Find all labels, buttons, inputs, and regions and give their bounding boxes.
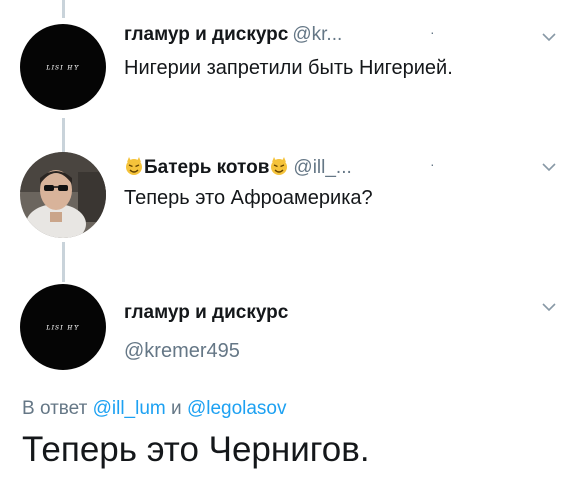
display-name[interactable]: Батерь котов bbox=[144, 157, 269, 178]
user-photo bbox=[20, 152, 106, 238]
tweet-text: Теперь это Афроамерика? bbox=[124, 187, 373, 209]
tweet-text: Нигерии запретили быть Нигерией. bbox=[124, 57, 453, 79]
user-handle[interactable]: @kremer495 bbox=[124, 340, 240, 363]
separator-dot: · bbox=[430, 156, 435, 172]
avatar[interactable]: ʟɪsɪ ʜʏ bbox=[20, 24, 106, 110]
tweet-header: гламур и дискурс @kr... bbox=[124, 24, 342, 46]
reply-context: В ответ @ill_lum и @legolasov bbox=[22, 398, 287, 420]
smiling-imp-icon bbox=[126, 157, 142, 175]
reply-user-link[interactable]: @ill_lum bbox=[93, 398, 166, 419]
tweet-header: Батерь котов @ill_... bbox=[124, 156, 352, 179]
thread-line bbox=[62, 0, 65, 18]
avatar[interactable]: ʟɪsɪ ʜʏ bbox=[20, 284, 106, 370]
smiling-imp-icon bbox=[271, 157, 288, 175]
display-name[interactable]: гламур и дискурс bbox=[124, 24, 288, 45]
chevron-down-icon[interactable] bbox=[541, 32, 557, 42]
thread-line bbox=[62, 118, 65, 154]
reply-and: и bbox=[171, 398, 182, 419]
user-handle[interactable]: @ill_... bbox=[293, 157, 351, 178]
chevron-down-icon[interactable] bbox=[541, 162, 557, 172]
avatar-logo: ʟɪsɪ ʜʏ bbox=[46, 62, 80, 72]
avatar-logo: ʟɪsɪ ʜʏ bbox=[46, 322, 80, 332]
display-name[interactable]: гламур и дискурс bbox=[124, 302, 288, 323]
main-tweet-text: Теперь это Чернигов. bbox=[22, 430, 370, 469]
avatar[interactable] bbox=[20, 152, 106, 238]
separator-dot: · bbox=[430, 24, 435, 40]
thread-line bbox=[62, 242, 65, 282]
reply-user-link[interactable]: @legolasov bbox=[187, 398, 287, 419]
chevron-down-icon[interactable] bbox=[541, 302, 557, 312]
tweet-thread: ʟɪsɪ ʜʏ гламур и дискурс @kr... · Нигерии… bbox=[0, 0, 571, 484]
tweet-header: гламур и дискурс bbox=[124, 302, 288, 324]
user-handle[interactable]: @kr... bbox=[292, 24, 342, 45]
reply-prefix: В ответ bbox=[22, 398, 88, 419]
